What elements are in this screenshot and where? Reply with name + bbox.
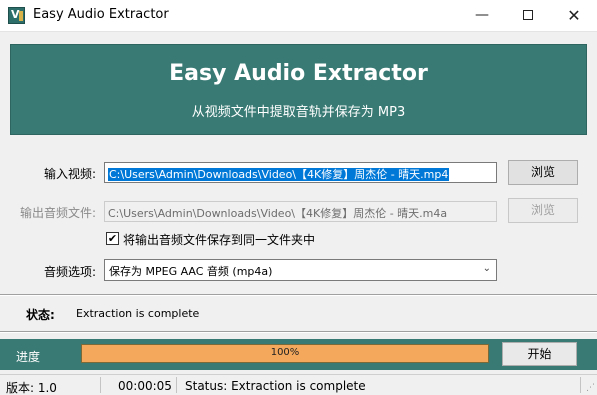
input-video-field[interactable]: C:\Users\Admin\Downloads\Video\【4K修复】周杰伦… <box>104 162 497 183</box>
output-audio-label: 输出音频文件: <box>19 206 96 220</box>
minimize-button[interactable]: — <box>459 0 505 31</box>
title-bar: V Easy Audio Extractor — ✕ <box>0 0 597 31</box>
banner-title: Easy Audio Extractor <box>169 61 428 86</box>
header-banner: Easy Audio Extractor 从视频文件中提取音轨并保存为 MP3 <box>10 44 587 135</box>
input-video-value: C:\Users\Admin\Downloads\Video\【4K修复】周杰伦… <box>108 168 450 181</box>
audio-option-label: 音频选项: <box>43 265 96 279</box>
title-divider <box>0 31 597 32</box>
close-button[interactable]: ✕ <box>551 0 597 31</box>
audio-option-select[interactable]: 保存为 MPEG AAC 音频 (mp4a) ⌄ <box>104 259 497 281</box>
status-label: 状态: <box>26 308 55 322</box>
elapsed-time: 00:00:05 <box>118 379 172 393</box>
input-browse-button[interactable]: 浏览 <box>508 160 578 185</box>
window-title: Easy Audio Extractor <box>33 7 169 22</box>
progress-bar: 100% <box>81 344 489 363</box>
maximize-icon <box>523 10 533 20</box>
progress-panel: 进度 100% 开始 <box>0 339 597 370</box>
maximize-button[interactable] <box>505 0 551 31</box>
same-folder-checkbox[interactable]: ✔ <box>106 232 119 245</box>
close-icon: ✕ <box>567 6 581 25</box>
status-text: Extraction is complete <box>76 307 200 320</box>
chevron-down-icon: ⌄ <box>482 263 491 274</box>
statusbar-status: Status: Extraction is complete <box>185 379 366 393</box>
resize-grip-icon[interactable]: ⋰ <box>585 383 595 393</box>
start-button[interactable]: 开始 <box>502 342 577 366</box>
status-bar: 版本: 1.0 00:00:05 Status: Extraction is c… <box>0 374 597 395</box>
version-text: 版本: 1.0 <box>6 381 57 395</box>
same-folder-label: 将输出音频文件保存到同一文件夹中 <box>123 233 316 247</box>
app-icon: V <box>8 7 25 24</box>
progress-label: 进度 <box>16 350 41 364</box>
minimize-icon: — <box>475 7 489 23</box>
section-divider <box>0 294 597 296</box>
audio-option-value: 保存为 MPEG AAC 音频 (mp4a) <box>109 265 273 278</box>
output-audio-field[interactable]: C:\Users\Admin\Downloads\Video\【4K修复】周杰伦… <box>104 201 497 222</box>
section-divider <box>0 331 597 333</box>
output-browse-button[interactable]: 浏览 <box>508 198 578 223</box>
progress-percent: 100% <box>270 347 300 358</box>
banner-subtitle: 从视频文件中提取音轨并保存为 MP3 <box>191 105 406 120</box>
input-video-label: 输入视频: <box>43 167 96 181</box>
